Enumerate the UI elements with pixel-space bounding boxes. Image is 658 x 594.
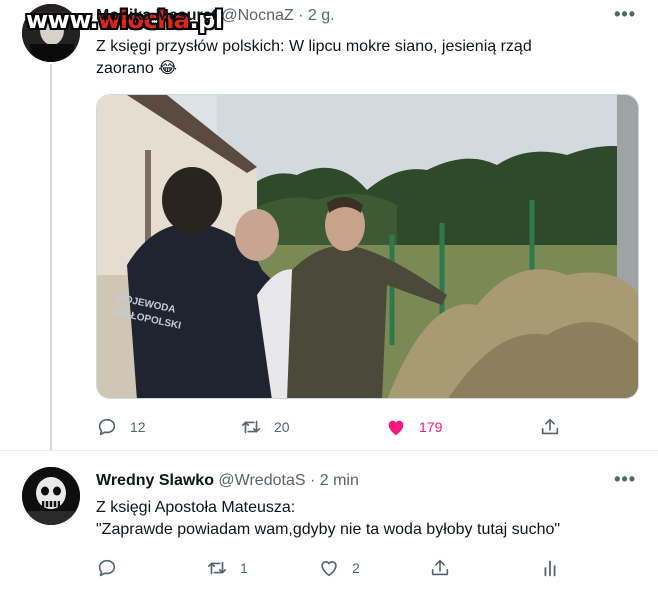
share-icon — [541, 418, 559, 435]
reply-button[interactable]: 12 — [96, 415, 146, 439]
tweet-header: Monika Mesuret @NocnaZ · 2 g. — [96, 6, 335, 26]
timestamp[interactable]: 2 g. — [308, 7, 335, 24]
tweet-text-line: zaorano 😂 — [96, 60, 177, 77]
analytics-icon — [544, 560, 556, 577]
separator-dot: · — [298, 7, 304, 24]
share-button[interactable] — [539, 415, 561, 439]
more-icon[interactable]: ••• — [614, 469, 636, 490]
author-handle[interactable]: @WredotaS — [218, 472, 305, 489]
like-count: 179 — [419, 419, 443, 435]
avatar[interactable] — [22, 467, 80, 525]
like-icon — [321, 560, 337, 577]
timestamp[interactable]: 2 min — [320, 472, 359, 489]
tweet-text: Z księgi przysłów polskich: W lipcu mokr… — [96, 36, 636, 80]
tweet-photo[interactable]: WOJEWODA MAŁOPOLSKI — [96, 94, 639, 399]
tweet-actions: 1 2 — [96, 556, 566, 580]
retweet-count: 20 — [274, 419, 290, 435]
tweet-text-line: Z księgi Apostoła Mateusza: — [96, 499, 296, 516]
tweet[interactable]: www.wiocha.pl Monika Mesuret @NocnaZ · 2… — [0, 0, 658, 450]
retweet-icon — [241, 420, 261, 434]
tweet-text-line: Z księgi przysłów polskich: W lipcu mokr… — [96, 38, 532, 55]
retweet-count: 1 — [240, 560, 248, 576]
retweet-button[interactable]: 1 — [206, 556, 248, 580]
tweet-text-line: "Zaprawde powiadam wam,gdyby nie ta woda… — [96, 521, 561, 538]
tweet-header: Wredny Slawko @WredotaS · 2 min — [96, 471, 359, 491]
analytics-button[interactable] — [539, 556, 561, 580]
share-icon — [431, 559, 449, 576]
like-button[interactable]: 179 — [385, 415, 442, 439]
retweet-button[interactable]: 20 — [240, 415, 290, 439]
reply-icon — [98, 559, 116, 577]
author-handle[interactable]: @NocnaZ — [221, 7, 293, 24]
tweet-text: Z księgi Apostoła Mateusza: "Zaprawde po… — [96, 497, 636, 541]
like-icon — [388, 420, 404, 436]
reply-count: 12 — [130, 419, 146, 435]
reply-button[interactable] — [96, 556, 130, 580]
thread-line — [50, 64, 52, 450]
more-icon[interactable]: ••• — [614, 4, 636, 25]
share-button[interactable] — [429, 556, 451, 580]
like-count: 2 — [352, 560, 360, 576]
tweet[interactable]: Wredny Slawko @WredotaS · 2 min ••• Z ks… — [0, 450, 658, 594]
author-name[interactable]: Wredny Slawko — [96, 472, 214, 489]
separator-dot: · — [309, 472, 316, 489]
reply-icon — [98, 418, 116, 436]
like-button[interactable]: 2 — [318, 556, 360, 580]
retweet-icon — [207, 561, 227, 575]
tweet-actions: 12 20 179 — [96, 415, 566, 439]
author-name[interactable]: Monika Mesuret — [96, 7, 217, 24]
